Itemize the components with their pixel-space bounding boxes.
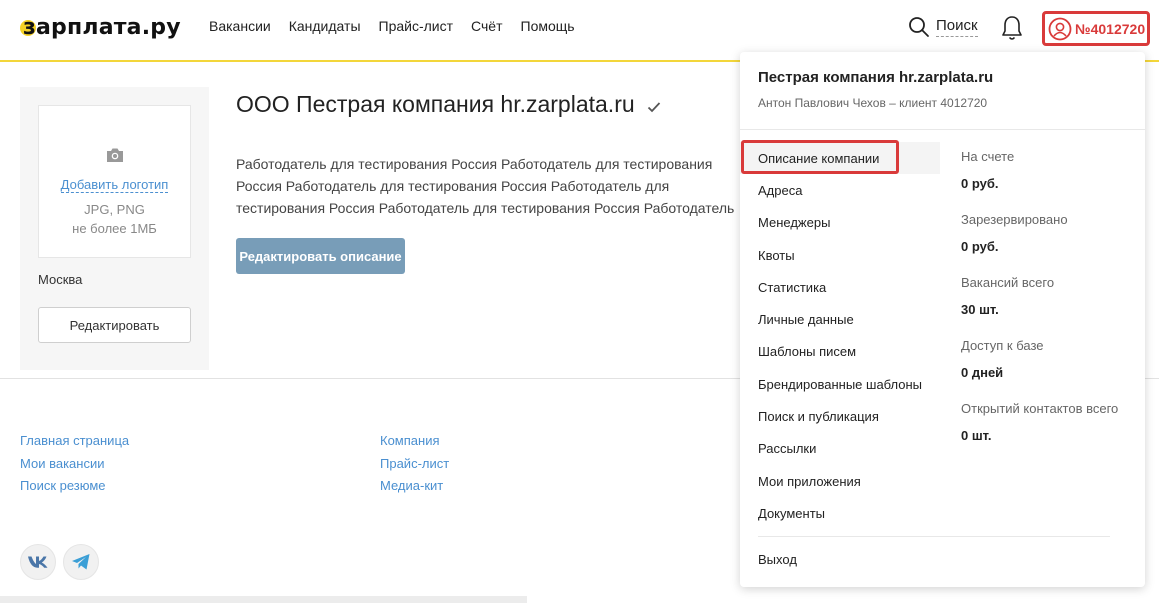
- site-logo[interactable]: зарплата.ру: [20, 12, 181, 42]
- menu-item-search-publication[interactable]: Поиск и публикация: [740, 400, 940, 432]
- nav-help[interactable]: Помощь: [521, 18, 575, 34]
- menu-item-quotas[interactable]: Квоты: [740, 239, 940, 271]
- stat-balance-value: 0 руб.: [961, 176, 999, 191]
- menu-item-letter-templates[interactable]: Шаблоны писем: [740, 336, 940, 368]
- logo-text: зарплата.ру: [23, 14, 181, 40]
- menu-item-managers[interactable]: Менеджеры: [740, 207, 940, 239]
- stat-db-access-label: Доступ к базе: [961, 338, 1044, 353]
- menu-item-mailings[interactable]: Рассылки: [740, 433, 940, 465]
- search-icon: [909, 17, 929, 37]
- account-dropdown: Пестрая компания hr.zarplata.ru Антон Па…: [740, 52, 1145, 587]
- company-description: Работодатель для тестирования Россия Раб…: [236, 156, 735, 223]
- account-number: №4012720: [1075, 20, 1146, 37]
- menu-item-my-apps[interactable]: Мои приложения: [740, 465, 940, 497]
- footer-links-col2: Компания Прайс-лист Медиа-кит: [380, 430, 449, 498]
- vk-button[interactable]: [20, 544, 56, 580]
- nav-vacancies[interactable]: Вакансии: [209, 18, 271, 34]
- company-city: Москва: [38, 272, 83, 287]
- nav-candidates[interactable]: Кандидаты: [289, 18, 361, 34]
- footer-link-media-kit[interactable]: Медиа-кит: [380, 475, 449, 498]
- search-button[interactable]: Поиск: [908, 16, 978, 38]
- dropdown-client-line: Антон Павлович Чехов – клиент 4012720: [758, 96, 988, 110]
- company-title: ООО Пестрая компания hr.zarplata.ru: [236, 91, 661, 119]
- stat-db-access-value: 0 дней: [961, 365, 1004, 380]
- nav-price-list[interactable]: Прайс-лист: [379, 18, 454, 34]
- logo-size-hint: не более 1МБ: [72, 221, 157, 236]
- company-title-text: ООО Пестрая компания hr.zarplata.ru: [236, 91, 635, 117]
- add-logo-link[interactable]: Добавить логотип: [39, 177, 190, 193]
- menu-item-personal-data[interactable]: Личные данные: [740, 303, 940, 335]
- footer-link-price-list[interactable]: Прайс-лист: [380, 453, 449, 476]
- nav-invoice[interactable]: Счёт: [471, 18, 502, 34]
- dropdown-header: Пестрая компания hr.zarplata.ru Антон Па…: [740, 52, 1145, 130]
- stat-contacts-value: 0 шт.: [961, 428, 992, 443]
- stat-vacancies-value: 30 шт.: [961, 302, 999, 317]
- edit-company-button[interactable]: Редактировать: [38, 307, 191, 343]
- menu-item-documents[interactable]: Документы: [740, 497, 940, 529]
- account-stats: На счете 0 руб. Зарезервировано 0 руб. В…: [961, 148, 1136, 463]
- logo-format-hint: JPG, PNG: [84, 202, 145, 217]
- telegram-button[interactable]: [63, 544, 99, 580]
- search-label: Поиск: [936, 17, 978, 37]
- stat-balance-label: На счете: [961, 149, 1015, 164]
- user-icon: [1048, 17, 1072, 40]
- stat-vacancies-label: Вакансий всего: [961, 275, 1055, 290]
- footer-links-col1: Главная страница Мои вакансии Поиск резю…: [20, 430, 129, 498]
- logout-link[interactable]: Выход: [758, 552, 797, 567]
- add-logo-label: Добавить логотип: [60, 177, 169, 193]
- company-card: Добавить логотип JPG, PNG не более 1МБ М…: [20, 87, 209, 370]
- footer-link-company[interactable]: Компания: [380, 430, 449, 453]
- account-menu: Описание компании Адреса Менеджеры Квоты…: [740, 142, 940, 530]
- stat-contacts-label: Открытий контактов всего: [961, 401, 1119, 416]
- telegram-icon: [72, 554, 90, 570]
- bell-icon: [1002, 16, 1022, 40]
- footer-link-home[interactable]: Главная страница: [20, 430, 129, 453]
- stat-reserved-label: Зарезервировано: [961, 212, 1068, 227]
- menu-item-branded-templates[interactable]: Брендированные шаблоны: [740, 368, 940, 400]
- edit-description-button[interactable]: Редактировать описание: [236, 238, 405, 274]
- notifications-button[interactable]: [1000, 14, 1024, 47]
- main-nav: Вакансии Кандидаты Прайс-лист Счёт Помощ…: [209, 18, 593, 34]
- stat-reserved-value: 0 руб.: [961, 239, 999, 254]
- dropdown-company-name: Пестрая компания hr.zarplata.ru: [758, 69, 994, 86]
- bottom-scrollbar[interactable]: [0, 596, 527, 603]
- account-menu-button[interactable]: №4012720: [1042, 11, 1150, 46]
- footer-link-my-vacancies[interactable]: Мои вакансии: [20, 453, 129, 476]
- vk-icon: [28, 556, 48, 568]
- menu-item-statistics[interactable]: Статистика: [740, 271, 940, 303]
- menu-item-addresses[interactable]: Адреса: [740, 174, 940, 206]
- footer-link-resume-search[interactable]: Поиск резюме: [20, 475, 129, 498]
- menu-item-company-description[interactable]: Описание компании: [740, 142, 940, 175]
- dropdown-separator: [758, 536, 1110, 537]
- verified-check-icon: [647, 92, 661, 119]
- logo-upload-box[interactable]: Добавить логотип JPG, PNG не более 1МБ: [38, 105, 191, 258]
- camera-icon: [105, 146, 125, 169]
